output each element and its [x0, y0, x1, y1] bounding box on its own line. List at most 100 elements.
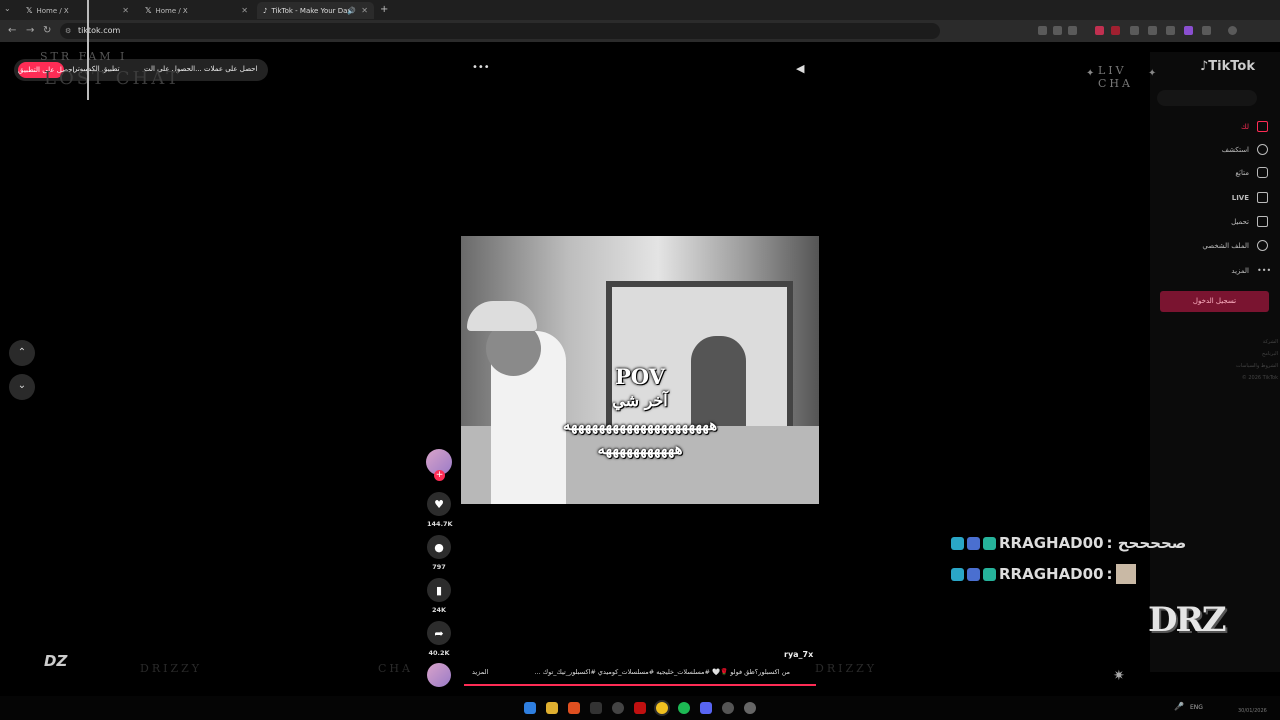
sidebar-item-explore[interactable]: استكشف [1222, 144, 1268, 155]
search-input[interactable] [1157, 90, 1257, 106]
sidebar-item-following[interactable]: متابَع [1235, 167, 1268, 178]
obs-icon[interactable] [744, 702, 756, 714]
spotify-icon[interactable] [678, 702, 690, 714]
caption-more-link[interactable]: المزيد [472, 668, 488, 676]
sidebar-item-upload[interactable]: تحميل [1231, 216, 1268, 227]
save-count: 24K [431, 606, 447, 614]
following-icon [1257, 167, 1268, 178]
extension-icon[interactable] [1166, 26, 1175, 35]
discord-icon[interactable] [700, 702, 712, 714]
stream-watermark: STR FAM I [40, 50, 128, 63]
next-video-button[interactable]: ⌄ [9, 374, 35, 400]
previous-video-button[interactable]: ⌃ [9, 340, 35, 366]
badge-icon [967, 567, 980, 581]
extensions-puzzle-icon[interactable] [1202, 26, 1211, 35]
video-player[interactable]: POV آخر شي هههههههههههههههههههههه هههههه… [461, 236, 819, 504]
microphone-icon[interactable]: 🎤 [1174, 702, 1184, 711]
stream-watermark: CHA [378, 662, 413, 675]
streamer-logo: DRZ [1148, 600, 1227, 640]
extension-icon[interactable] [1148, 26, 1157, 35]
chat-username: RRAGHAD00 [999, 565, 1104, 583]
tab-home-x-2[interactable]: 𝕏 Home / X ✕ [139, 2, 254, 19]
tab-home-x-1[interactable]: 𝕏 Home / X ✕ [20, 2, 135, 19]
close-tab-icon[interactable]: ✕ [241, 6, 248, 15]
save-button[interactable]: ▮ 24K [427, 578, 451, 614]
badge-icon [983, 536, 996, 550]
system-date[interactable]: 30/01/2026 [1238, 708, 1267, 714]
chrome-icon[interactable] [656, 702, 668, 714]
extension-icon[interactable] [1095, 26, 1104, 35]
extension-icon[interactable] [1130, 26, 1139, 35]
app-icon[interactable] [722, 702, 734, 714]
extension-icon[interactable] [1184, 26, 1193, 35]
footer-link[interactable]: البرنامج [1230, 348, 1278, 360]
like-button[interactable]: ♥ 144.7K [427, 492, 453, 528]
tab-title: TikTok - Make Your Day [271, 6, 352, 15]
tab-title: Home / X [36, 6, 69, 15]
tab-search-icon[interactable]: ⌄ [4, 4, 11, 13]
get-coins-link[interactable]: احصل على عملات [204, 65, 257, 73]
live-icon [1257, 192, 1268, 203]
language-indicator[interactable]: ENG [1190, 704, 1203, 711]
stream-watermark: DRIZZY [140, 662, 202, 675]
close-tab-icon[interactable]: ✕ [361, 6, 368, 15]
sparkle-icon: ✷ [1113, 668, 1125, 684]
brave-browser-icon[interactable] [568, 702, 580, 714]
follow-plus-icon[interactable]: + [434, 470, 445, 481]
comment-button[interactable]: ● 797 [427, 535, 451, 571]
creator-avatar[interactable]: + [426, 449, 452, 481]
stream-watermark: DRIZZY [815, 662, 877, 675]
sound-avatar[interactable] [427, 663, 451, 687]
bookmark-star-icon[interactable] [1068, 26, 1077, 35]
x-logo-icon: 𝕏 [145, 6, 152, 15]
more-options-icon[interactable]: ••• [472, 62, 490, 73]
stream-chat-label: LIV CHA [1098, 64, 1133, 90]
sidebar-item-for-you[interactable]: لك [1241, 121, 1268, 132]
mute-toggle-icon[interactable]: ◀ [796, 62, 804, 75]
site-info-icon[interactable]: ⚙ [65, 23, 71, 39]
sidebar-footer: الشركة البرنامج الشروط والسياسات © 2026 … [1230, 336, 1278, 384]
cast-icon[interactable] [1038, 26, 1047, 35]
footer-link[interactable]: الشركة [1230, 336, 1278, 348]
app-icon[interactable] [612, 702, 624, 714]
app-icon[interactable] [634, 702, 646, 714]
music-disc-icon [427, 663, 451, 687]
chat-username: RRAGHAD00 [999, 534, 1104, 552]
zoom-icon[interactable] [1053, 26, 1062, 35]
sidebar-item-profile[interactable]: الملف الشخصي [1202, 240, 1268, 251]
stream-logo-small: DZ [44, 652, 68, 670]
compass-icon [1257, 144, 1268, 155]
file-explorer-icon[interactable] [546, 702, 558, 714]
home-icon [1257, 121, 1268, 132]
overlay-title: POV [614, 364, 665, 389]
close-tab-icon[interactable]: ✕ [122, 6, 129, 15]
share-button[interactable]: ➦ 40.2K [427, 621, 451, 657]
overlay-line: هههههههههههه [597, 440, 683, 458]
badge-icon [983, 567, 996, 581]
new-tab-button[interactable]: + [380, 4, 388, 15]
address-bar[interactable]: ⚙ tiktok.com [60, 23, 940, 39]
share-count: 40.2K [428, 649, 450, 657]
app-icon[interactable] [590, 702, 602, 714]
sidebar-item-more[interactable]: المزيد ••• [1231, 265, 1271, 276]
progress-fill [464, 684, 816, 686]
sidebar-item-live[interactable]: LIVE [1232, 192, 1268, 203]
tiktok-icon: ♪ [263, 6, 268, 15]
video-cap [467, 301, 537, 331]
audio-playing-icon[interactable]: 🔊 [347, 7, 356, 15]
progress-track[interactable] [464, 684, 816, 686]
share-icon: ➦ [427, 621, 451, 645]
profile-avatar-icon[interactable] [1228, 26, 1237, 35]
extension-icon[interactable] [1111, 26, 1120, 35]
post-username[interactable]: rya_7x [784, 650, 813, 659]
footer-link[interactable]: الشروط والسياسات [1230, 360, 1278, 372]
back-arrow-icon[interactable]: ← [8, 25, 16, 36]
reload-icon[interactable]: ↻ [43, 25, 51, 36]
tiktok-logo[interactable]: ♪TikTok [1200, 59, 1255, 74]
windows-start-icon[interactable] [524, 702, 536, 714]
chat-sticker-image [1115, 564, 1136, 584]
login-button[interactable]: تسجيل الدخول [1160, 291, 1269, 312]
sparkle-icon: ✦ [1148, 68, 1157, 79]
tab-tiktok[interactable]: ♪ TikTok - Make Your Day 🔊 ✕ [257, 2, 374, 19]
forward-arrow-icon[interactable]: → [26, 25, 34, 36]
